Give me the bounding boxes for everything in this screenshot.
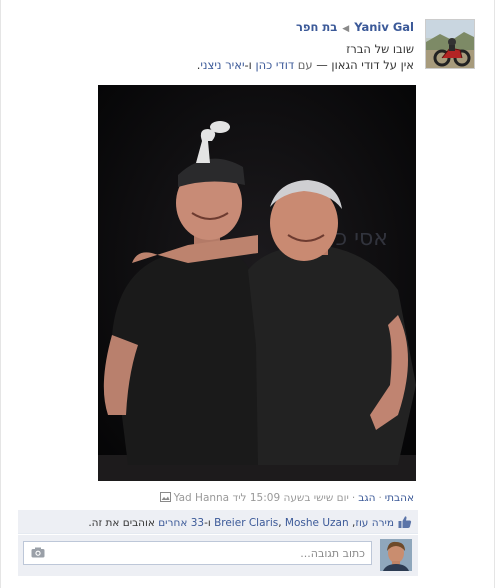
viewer-avatar[interactable] bbox=[380, 539, 412, 571]
liker-link-2[interactable]: Breier Claris bbox=[214, 517, 278, 529]
svg-text:אסי כ: אסי כ bbox=[335, 226, 388, 251]
photo-icon bbox=[159, 492, 171, 505]
others-likes-link[interactable]: 33 אחרים bbox=[158, 517, 204, 529]
tagged-friend-link-1[interactable]: דודי כהן bbox=[255, 58, 294, 72]
message-line-1: שובו של הברז bbox=[346, 42, 414, 56]
comment-composer bbox=[18, 535, 418, 576]
target-page-link[interactable]: בת חפר bbox=[296, 20, 337, 34]
arrow-right-icon: ◀ bbox=[342, 24, 350, 34]
story-message: שובו של הברז אין על דודי הגאון — עם דודי… bbox=[197, 41, 414, 73]
message-prefix: אין על דודי הגאון — bbox=[312, 58, 414, 72]
author-name-link[interactable]: Yaniv Gal bbox=[354, 20, 414, 34]
tagged-friend-link-2[interactable]: יאיר ניצני bbox=[200, 58, 244, 72]
comment-input[interactable] bbox=[23, 541, 372, 565]
thumbs-up-icon bbox=[398, 515, 412, 529]
likes-suffix: אוהבים את זה. bbox=[88, 517, 159, 529]
location-link[interactable]: Yad Hanna bbox=[174, 492, 229, 504]
liker-link-3[interactable]: Moshe Uzan bbox=[285, 517, 349, 529]
story-meta: אהבתי·הגב·יום שישי בשעה 15:09 ליד Yad Ha… bbox=[157, 492, 414, 505]
camera-icon[interactable] bbox=[31, 547, 45, 558]
like-link[interactable]: אהבתי bbox=[385, 492, 414, 504]
feed-story: Yaniv Gal ◀ בת חפר שובו של הברז אין על דוד… bbox=[0, 0, 495, 588]
message-line-2: אין על דודי הגאון — עם דודי כהן ו-יאיר נ… bbox=[197, 57, 414, 73]
comment-link[interactable]: הגב bbox=[358, 492, 375, 504]
likes-summary: מירה עוז, Breier Claris, Moshe Uzan ו-33… bbox=[18, 510, 418, 534]
timestamp[interactable]: יום שישי בשעה 15:09 ליד bbox=[232, 492, 348, 504]
story-photo[interactable]: אסי כ bbox=[98, 85, 416, 481]
author-avatar[interactable] bbox=[425, 19, 475, 69]
meta-separator: · bbox=[351, 492, 356, 504]
tag-and: ו- bbox=[244, 58, 256, 72]
meta-separator: · bbox=[378, 492, 382, 504]
story-header: Yaniv Gal ◀ בת חפר bbox=[296, 20, 414, 34]
liker-link-1[interactable]: מירה עוז bbox=[355, 517, 394, 529]
with-label: עם bbox=[297, 58, 313, 72]
